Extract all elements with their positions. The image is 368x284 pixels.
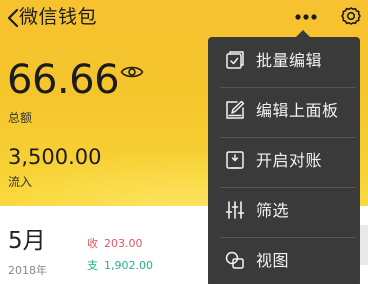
- income-summary: 支 1,902.00: [87, 257, 153, 273]
- wallet-screen: 微信钱包 66.66 总额 3,500.00 流入 5月 2018年 收 203.…: [0, 0, 368, 284]
- wallet-balance: 66.66: [7, 57, 120, 103]
- next-card-edge: [360, 225, 368, 265]
- inflow-amount: 3,500.00: [8, 145, 102, 169]
- menu-item-filter[interactable]: 筛选: [208, 187, 360, 237]
- settings-gear-icon[interactable]: [340, 5, 362, 27]
- page-title: 微信钱包: [19, 6, 98, 28]
- inflow-label: 流入: [8, 175, 33, 189]
- summary-month: 5月: [8, 228, 46, 254]
- menu-item-label: 开启对账: [256, 151, 323, 170]
- balance-label: 总额: [8, 111, 33, 125]
- menu-caret: [296, 30, 310, 37]
- menu-item-label: 批量编辑: [256, 51, 323, 70]
- menu-item-reconcile[interactable]: 开启对账: [208, 137, 360, 187]
- eye-visibility-icon[interactable]: [120, 64, 144, 80]
- summary-year: 2018年: [8, 264, 47, 277]
- menu-item-batch-edit[interactable]: 批量编辑: [208, 37, 360, 87]
- menu-item-edit-panel[interactable]: 编辑上面板: [208, 87, 360, 137]
- expense-summary: 收 203.00: [87, 235, 143, 251]
- edit-panel-icon: [226, 100, 245, 119]
- filter-sliders-icon: [225, 201, 245, 219]
- income-value: 1,902.00: [104, 259, 153, 272]
- reconcile-icon: [226, 151, 244, 169]
- menu-item-label: 视图: [256, 251, 290, 270]
- menu-item-label: 编辑上面板: [256, 101, 339, 120]
- income-tag: 支: [87, 259, 98, 272]
- menu-item-view[interactable]: 视图: [208, 237, 360, 284]
- expense-value: 203.00: [104, 237, 143, 250]
- view-icon: [225, 251, 244, 269]
- more-options-menu: 批量编辑 编辑上面板 开启对账 筛选 视图: [208, 37, 360, 284]
- more-options-icon[interactable]: [293, 10, 319, 24]
- menu-item-label: 筛选: [256, 201, 290, 220]
- batch-edit-icon: [226, 51, 244, 69]
- expense-tag: 收: [87, 237, 98, 250]
